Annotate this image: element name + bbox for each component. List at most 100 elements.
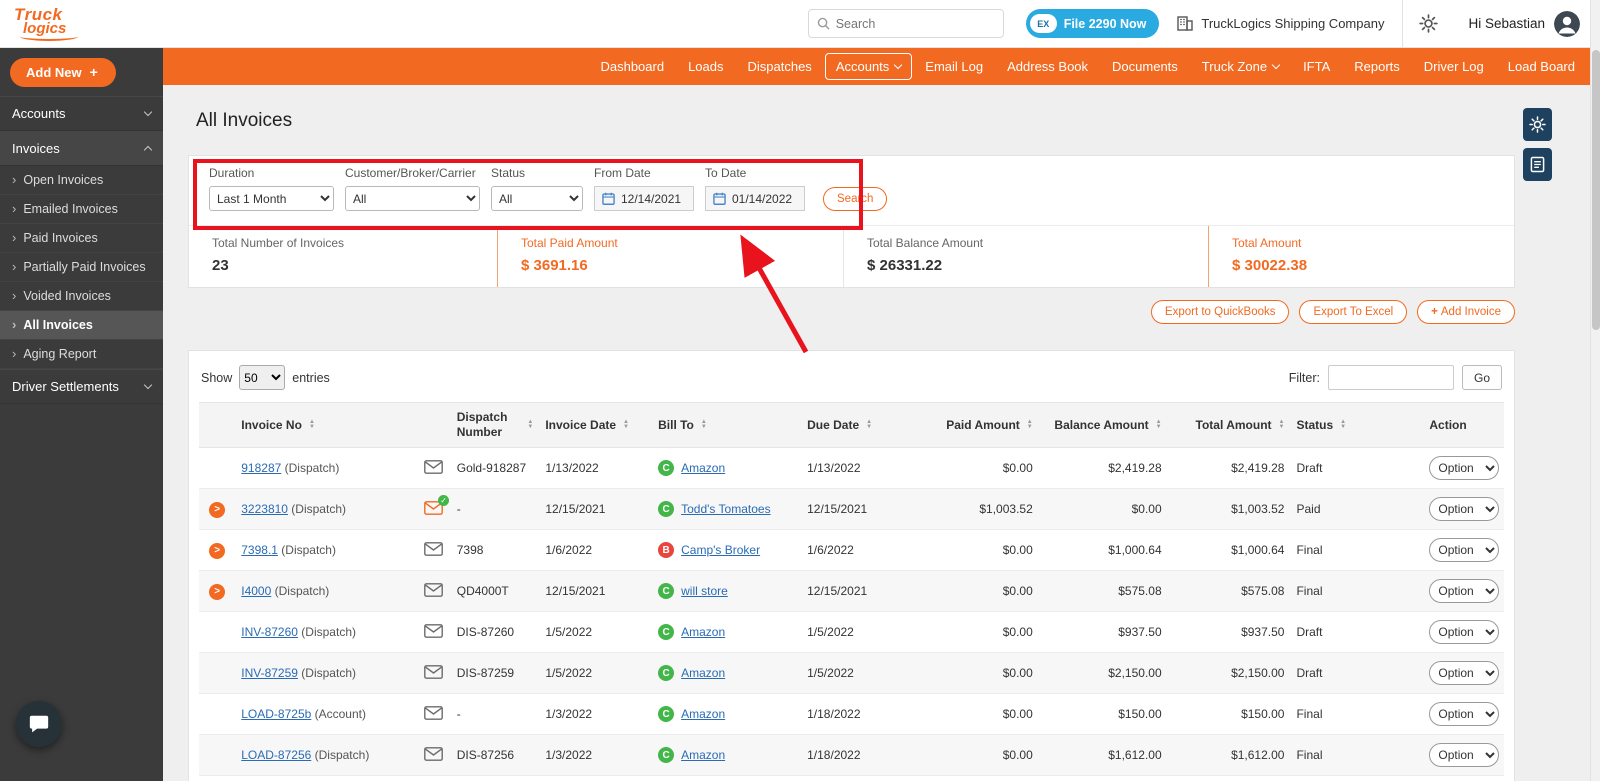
expand-row-button[interactable]: > <box>209 542 226 559</box>
add-new-label: Add New <box>26 64 82 80</box>
status-select[interactable]: All <box>491 186 583 211</box>
nav-item-reports[interactable]: Reports <box>1343 53 1411 80</box>
paid-amount-cell: $0.00 <box>919 529 1039 571</box>
export-excel-button[interactable]: Export To Excel <box>1299 300 1408 324</box>
trucklogics-logo[interactable]: Truck logics <box>0 6 163 41</box>
sidebar-item-open-invoices[interactable]: › Open Invoices <box>0 166 163 195</box>
table-row: > I4000 (Dispatch) QD4000T 12/15/2021 Cwill … <box>199 570 1504 612</box>
sidebar-item-voided-invoices[interactable]: › Voided Invoices <box>0 282 163 311</box>
email-invoice-icon[interactable] <box>424 664 444 679</box>
quick-report-button[interactable] <box>1523 148 1552 181</box>
row-option-select[interactable]: Option <box>1429 579 1500 603</box>
sidebar-item-emailed-invoices[interactable]: › Emailed Invoices <box>0 195 163 224</box>
nav-item-email-log[interactable]: Email Log <box>914 53 994 80</box>
customer-label: Customer/Broker/Carrier <box>345 166 476 180</box>
email-invoice-icon[interactable] <box>424 705 444 720</box>
col-header-status[interactable]: Status ▲ ▼ <box>1290 402 1424 448</box>
user-menu[interactable]: Hi Sebastian <box>1454 10 1600 37</box>
bill-to-link[interactable]: Todd's Tomatoes <box>681 502 770 516</box>
go-button[interactable]: Go <box>1461 365 1502 390</box>
invoice-link[interactable]: LOAD-87256 <box>241 748 311 762</box>
quick-settings-button[interactable] <box>1523 108 1552 141</box>
sidebar-item-partially-paid-invoices[interactable]: › Partially Paid Invoices <box>0 253 163 282</box>
chevron-right-icon: › <box>12 201 17 216</box>
add-invoice-button[interactable]: + Add Invoice <box>1417 300 1515 324</box>
invoice-link[interactable]: INV-87260 <box>241 625 298 639</box>
chevron-right-icon: › <box>12 346 17 361</box>
bill-to-link[interactable]: Amazon <box>681 707 725 721</box>
nav-item-load-board[interactable]: Load Board <box>1497 53 1586 80</box>
email-invoice-icon[interactable] <box>424 541 444 556</box>
invoice-link[interactable]: INV-87259 <box>241 666 298 680</box>
invoice-link[interactable]: 918287 <box>241 461 281 475</box>
row-option-select[interactable]: Option <box>1429 661 1500 685</box>
nav-item-dashboard[interactable]: Dashboard <box>589 53 675 80</box>
invoice-link[interactable]: I4000 <box>241 584 271 598</box>
invoice-link[interactable]: 3223810 <box>241 502 288 516</box>
invoice-type-label: (Dispatch) <box>281 461 340 475</box>
row-option-select[interactable]: Option <box>1429 743 1500 767</box>
duration-select[interactable]: Last 1 Month <box>209 186 334 211</box>
from-date-input[interactable]: 12/14/2021 <box>594 186 694 211</box>
nav-item-documents[interactable]: Documents <box>1101 53 1189 80</box>
col-header-bill-to[interactable]: Bill To ▲ ▼ <box>652 402 802 448</box>
row-option-select[interactable]: Option <box>1429 497 1500 521</box>
bill-to-link[interactable]: Amazon <box>681 666 725 680</box>
table-filter-input[interactable] <box>1327 365 1454 390</box>
sidebar-item-aging-report[interactable]: › Aging Report <box>0 340 163 369</box>
page-size-select[interactable]: 50 <box>239 365 286 390</box>
row-option-select[interactable]: Option <box>1429 620 1500 644</box>
sidebar-group-accounts[interactable]: Accounts <box>0 96 163 131</box>
nav-item-dispatches[interactable]: Dispatches <box>737 53 823 80</box>
page-scrollbar[interactable] <box>1590 0 1600 781</box>
row-option-select[interactable]: Option <box>1429 456 1500 480</box>
nav-item-truck-zone[interactable]: Truck Zone <box>1191 53 1290 80</box>
email-invoice-icon[interactable] <box>424 582 444 597</box>
company-selector[interactable]: TruckLogics Shipping Company <box>1177 16 1402 31</box>
sidebar-item-paid-invoices[interactable]: › Paid Invoices <box>0 224 163 253</box>
invoice-link[interactable]: 7398.1 <box>241 543 278 557</box>
settings-gear-button[interactable] <box>1402 0 1454 48</box>
email-invoice-icon[interactable] <box>424 459 444 474</box>
email-invoice-icon[interactable] <box>424 746 444 761</box>
email-invoice-icon[interactable]: ✓ <box>424 494 450 515</box>
nav-item-driver-log[interactable]: Driver Log <box>1413 53 1495 80</box>
col-header-balance-amount[interactable]: Balance Amount ▲ ▼ <box>1038 402 1168 448</box>
search-input[interactable] <box>835 16 997 31</box>
file-2290-button[interactable]: EX File 2290 Now <box>1025 9 1160 38</box>
expand-row-button[interactable]: > <box>209 501 226 518</box>
invoice-no-cell: LOAD-87256 (Dispatch) <box>235 734 417 776</box>
col-header-due-date[interactable]: Due Date ▲ ▼ <box>801 402 920 448</box>
bill-to-link[interactable]: Amazon <box>681 461 725 475</box>
row-option-select[interactable]: Option <box>1429 702 1500 726</box>
nav-item-ifta[interactable]: IFTA <box>1292 53 1341 80</box>
bill-to-link[interactable]: will store <box>681 584 728 598</box>
col-header-invoice-date[interactable]: Invoice Date ▲ ▼ <box>539 402 653 448</box>
expand-row-button[interactable]: > <box>209 583 226 600</box>
nav-item-address-book[interactable]: Address Book <box>996 53 1099 80</box>
sidebar-group-driver-settlements[interactable]: Driver Settlements <box>0 369 163 404</box>
customer-select[interactable]: All <box>345 186 480 211</box>
nav-item-loads[interactable]: Loads <box>677 53 734 80</box>
email-invoice-icon[interactable] <box>424 623 444 638</box>
col-header-paid-amount[interactable]: Paid Amount ▲ ▼ <box>919 402 1039 448</box>
chat-widget-button[interactable] <box>16 701 62 747</box>
expand-cell: > <box>199 529 236 571</box>
scrollbar-thumb[interactable] <box>1592 50 1600 330</box>
bill-to-link[interactable]: Camp's Broker <box>681 543 760 557</box>
sidebar-item-all-invoices[interactable]: › All Invoices <box>0 311 163 340</box>
row-option-select[interactable]: Option <box>1429 538 1500 562</box>
export-quickbooks-button[interactable]: Export to QuickBooks <box>1150 300 1290 324</box>
col-header-total-amount[interactable]: Total Amount ▲ ▼ <box>1167 402 1291 448</box>
bill-to-link[interactable]: Amazon <box>681 748 725 762</box>
filter-search-button[interactable]: Search <box>823 187 888 211</box>
summary-stat-label: Total Balance Amount <box>867 236 984 250</box>
col-header-invoice-no[interactable]: Invoice No ▲ ▼ <box>235 402 417 448</box>
add-new-button[interactable]: Add New + <box>10 58 116 87</box>
to-date-input[interactable]: 01/14/2022 <box>705 186 805 211</box>
sidebar-group-invoices[interactable]: Invoices <box>0 131 163 166</box>
nav-item-accounts[interactable]: Accounts <box>824 53 913 80</box>
col-header-dispatch-number[interactable]: Dispatch Number ▲ ▼ <box>450 402 540 448</box>
bill-to-link[interactable]: Amazon <box>681 625 725 639</box>
invoice-link[interactable]: LOAD-8725b <box>241 707 311 721</box>
